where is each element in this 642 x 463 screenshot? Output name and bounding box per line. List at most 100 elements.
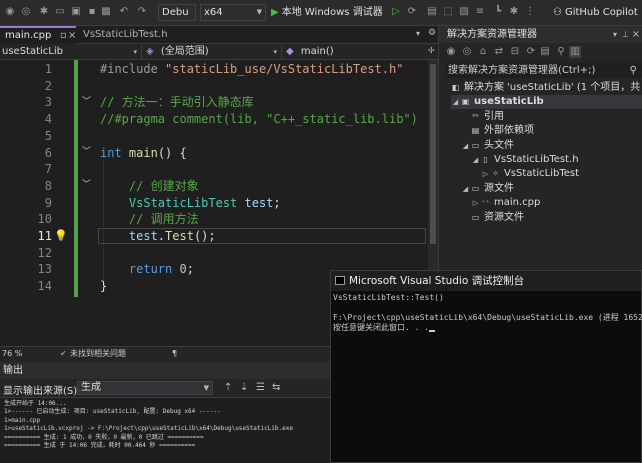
scope-dropdown[interactable]: ◈ (全局范围) ▾ bbox=[144, 45, 282, 59]
output-line: ========== 生成: 1 成功，0 失败，0 最新，0 已跳过 ====… bbox=[4, 433, 204, 441]
tree-item[interactable]: ▷ ✧ VsStaticLibTest bbox=[481, 167, 642, 181]
github-copilot-button[interactable]: ⚇ GitHub Copilot bbox=[553, 4, 638, 21]
sync-icon[interactable]: ⟳ bbox=[525, 46, 537, 58]
tree-item[interactable]: ▭ 资源文件 bbox=[461, 211, 642, 225]
fold-chevron-icon[interactable]: ﹀ bbox=[82, 144, 91, 161]
tree-item[interactable]: ◧ 解决方案 'useStaticLib' (1 个项目，共 1 个 bbox=[441, 81, 642, 95]
show-all-files-icon[interactable]: ▤ bbox=[539, 46, 551, 58]
more-icon[interactable]: ⋮ bbox=[524, 6, 536, 18]
back-icon[interactable]: ◉ bbox=[4, 6, 16, 18]
fold-chevron-icon[interactable]: ﹀ bbox=[82, 94, 91, 111]
code-token: #include bbox=[100, 62, 166, 76]
tree-item[interactable]: ▷ ⁺⁺ main.cpp bbox=[471, 196, 642, 210]
forward-icon[interactable]: ◎ bbox=[20, 6, 32, 18]
undo-icon[interactable]: ↶ bbox=[118, 6, 130, 18]
code-line[interactable]: VsStaticLibTest test; bbox=[100, 195, 281, 212]
folder-icon[interactable]: ▭ bbox=[54, 6, 66, 18]
open-file-icon[interactable]: ▣ bbox=[70, 6, 82, 18]
breakpoint-icon[interactable]: ┗ bbox=[492, 6, 504, 18]
tree-item[interactable]: ▤ 外部依赖项 bbox=[461, 124, 642, 138]
tab-list-icon[interactable]: ▾ bbox=[416, 29, 420, 38]
start-without-debugging-icon[interactable]: ▷ bbox=[390, 6, 402, 18]
save-icon[interactable]: ▪ bbox=[86, 6, 98, 18]
save-all-icon[interactable]: ▩ bbox=[100, 6, 112, 18]
close-icon[interactable]: × bbox=[68, 28, 76, 43]
chevron-down-icon: ▾ bbox=[273, 48, 277, 56]
tree-item[interactable]: ◢ ▭ 头文件 bbox=[461, 139, 642, 153]
lightbulb-icon[interactable]: 💡 bbox=[54, 229, 68, 243]
tree-item-label: VsStaticLibTest bbox=[504, 168, 580, 180]
brush-icon[interactable]: ¶ bbox=[172, 347, 177, 361]
code-line[interactable]: } bbox=[100, 278, 107, 295]
console-line-text: VsStaticLibTest::Test() bbox=[333, 293, 444, 302]
tab-main-cpp[interactable]: main.cpp ▫ × bbox=[0, 26, 76, 44]
find-icon[interactable]: ✱ bbox=[508, 6, 520, 18]
change-tracking-bar bbox=[74, 60, 78, 297]
back-icon[interactable]: ◉ bbox=[445, 46, 457, 58]
tab-vsstaticlibtest-h[interactable]: VsStaticLibTest.h bbox=[78, 26, 178, 44]
pin-icon[interactable]: ⊥ bbox=[622, 26, 629, 43]
scrollbar-thumb[interactable] bbox=[430, 64, 436, 244]
code-token: // 方法一：手动引入静态库 bbox=[100, 95, 254, 110]
output-text[interactable]: 生成开始于 14:06... 1>------ 已启动生成: 项目: useSta… bbox=[0, 398, 330, 463]
expand-arrow-icon[interactable]: ▷ bbox=[481, 167, 490, 181]
fold-chevron-icon[interactable]: ﹀ bbox=[82, 177, 91, 194]
project-dropdown[interactable]: useStaticLib ▾ bbox=[0, 45, 142, 59]
code-line[interactable]: return 0; bbox=[100, 261, 194, 278]
properties-icon[interactable]: ⚲ bbox=[555, 46, 567, 58]
expand-arrow-icon[interactable]: ▷ bbox=[471, 196, 480, 210]
start-debugging-button[interactable]: ▶ 本地 Windows 调试器 bbox=[271, 4, 383, 21]
code-line[interactable]: test.Test(); bbox=[100, 228, 216, 245]
new-item-icon[interactable]: ✱ bbox=[38, 6, 50, 18]
word-wrap-icon[interactable]: ⇆ bbox=[272, 382, 280, 393]
switch-views-icon[interactable]: ⇄ bbox=[493, 46, 505, 58]
redo-icon[interactable]: ↷ bbox=[136, 6, 148, 18]
split-icon[interactable]: ✢ bbox=[428, 46, 435, 55]
browser-icon[interactable]: ▤ bbox=[426, 6, 438, 18]
find-in-output-icon[interactable]: ⇡ bbox=[224, 382, 232, 393]
output-source-dropdown[interactable]: 生成 ▼ bbox=[77, 381, 213, 395]
hot-reload-icon[interactable]: ⟳ bbox=[406, 6, 418, 18]
debug-console-window[interactable]: Microsoft Visual Studio 调试控制台 VsStaticLi… bbox=[330, 270, 642, 463]
expand-arrow-icon[interactable]: ◢ bbox=[461, 182, 470, 196]
tree-item[interactable]: ◢ ▣ useStaticLib bbox=[451, 95, 642, 110]
code-line[interactable]: //#pragma comment(lib, "C++_static_lib.l… bbox=[100, 111, 418, 128]
expand-arrow-icon[interactable]: ◢ bbox=[471, 153, 480, 167]
comment-icon[interactable]: ≡ bbox=[474, 6, 486, 18]
line-number: 5 bbox=[44, 128, 52, 143]
code-line[interactable]: int main() { bbox=[100, 145, 187, 162]
line-number: 11 bbox=[37, 229, 52, 243]
solution-explorer-search[interactable]: 搜索解决方案资源管理器(Ctrl+;) ⚲ bbox=[445, 63, 642, 78]
code-line[interactable]: // 方法一：手动引入静态库 bbox=[100, 94, 254, 111]
issues-status[interactable]: 未找到相关问题 bbox=[70, 347, 126, 361]
folder-icon: ▭ bbox=[471, 183, 480, 193]
pin-icon[interactable]: ▫ bbox=[60, 28, 67, 43]
close-icon[interactable]: × bbox=[632, 26, 640, 43]
code-line[interactable]: // 创建对象 bbox=[100, 178, 199, 195]
tree-item[interactable]: ◢ ▯ VsStaticLibTest.h bbox=[471, 153, 642, 167]
expand-arrow-icon[interactable]: ◢ bbox=[461, 139, 470, 153]
line-number: 9 bbox=[44, 195, 52, 210]
settings-icon[interactable]: ⚙ bbox=[428, 28, 436, 38]
output-toolbar: 显示输出来源(S): 生成 ▼ ⇡ ⇣ ☰ ⇆ bbox=[0, 379, 330, 398]
output-source-label: 显示输出来源(S): bbox=[3, 386, 81, 397]
collapse-all-icon[interactable]: ⊟ bbox=[509, 46, 521, 58]
home-icon[interactable]: ⌂ bbox=[477, 46, 489, 58]
tree-item[interactable]: ◢ ▭ 源文件 bbox=[461, 182, 642, 196]
member-dropdown[interactable]: ◆ main() bbox=[284, 45, 424, 59]
tree-item-label: 引用 bbox=[484, 110, 504, 122]
preview-icon[interactable]: ▥ bbox=[569, 46, 581, 58]
platform-dropdown[interactable]: x64 ▼ bbox=[200, 4, 266, 21]
code-line[interactable]: // 调用方法 bbox=[100, 211, 199, 228]
window-icon[interactable]: ▧ bbox=[458, 6, 470, 18]
clear-all-icon[interactable]: ☰ bbox=[256, 382, 265, 393]
code-line[interactable]: #include "staticLib_use/VsStaticLibTest.… bbox=[100, 61, 403, 78]
go-to-next-icon[interactable]: ⇣ bbox=[240, 382, 248, 393]
zoom-level[interactable]: 76 % bbox=[2, 347, 22, 361]
forward-icon[interactable]: ◎ bbox=[461, 46, 473, 58]
tree-item[interactable]: ᵒᵒ 引用 bbox=[461, 110, 642, 124]
configuration-dropdown[interactable]: Debu bbox=[158, 4, 196, 21]
dropdown-icon[interactable]: ▾ bbox=[613, 26, 617, 43]
expand-arrow-icon[interactable]: ◢ bbox=[451, 95, 460, 109]
step-icon[interactable]: ⬚ bbox=[442, 6, 454, 18]
